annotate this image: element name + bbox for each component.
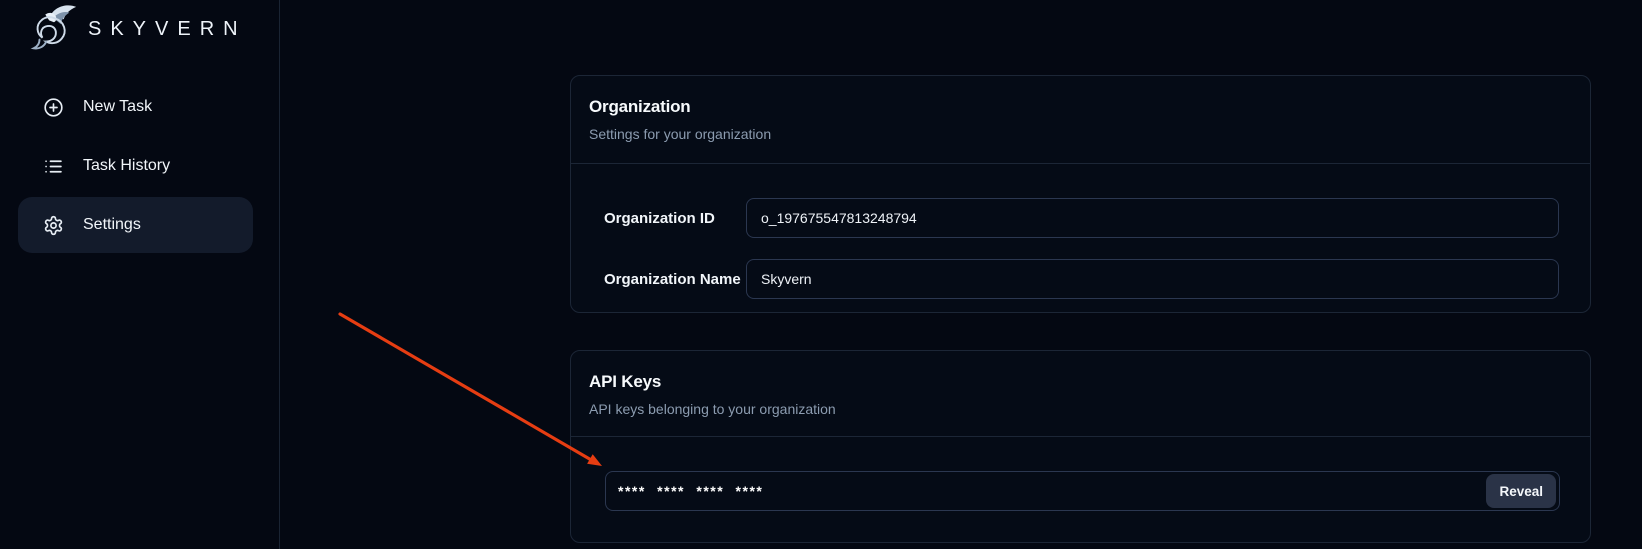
organization-name-input[interactable] (746, 259, 1559, 299)
api-keys-card-title: API Keys (589, 372, 1572, 392)
organization-card-body: Organization ID Organization Name (571, 164, 1590, 299)
organization-card-header: Organization Settings for your organizat… (571, 76, 1590, 164)
organization-id-label: Organization ID (604, 210, 746, 227)
skyvern-logo[interactable]: SKYVERN (26, 2, 247, 56)
sidebar-item-label: New Task (83, 98, 152, 116)
api-keys-card-body: **** **** **** **** Reveal (571, 437, 1590, 511)
organization-id-row: Organization ID (604, 198, 1559, 238)
sidebar-item-label: Task History (83, 157, 170, 175)
sidebar-nav: New Task Task History Settings (18, 79, 253, 256)
api-keys-card-subtitle: API keys belonging to your organization (589, 401, 1572, 417)
skyvern-dragon-icon (26, 2, 80, 56)
api-keys-card-header: API Keys API keys belonging to your orga… (571, 351, 1590, 437)
api-key-field[interactable]: **** **** **** **** Reveal (605, 471, 1560, 511)
settings-page: SKYVERN New Task Task History (0, 0, 1642, 549)
plus-circle-icon (43, 97, 64, 118)
organization-name-row: Organization Name (604, 259, 1559, 299)
organization-id-input[interactable] (746, 198, 1559, 238)
api-key-masked-value: **** **** **** **** (618, 483, 763, 499)
sidebar-item-task-history[interactable]: Task History (18, 138, 253, 194)
organization-card: Organization Settings for your organizat… (570, 75, 1591, 313)
sidebar-item-label: Settings (83, 216, 141, 234)
sidebar: SKYVERN New Task Task History (0, 0, 280, 549)
gear-icon (43, 215, 64, 236)
brand-name: SKYVERN (88, 18, 247, 41)
organization-name-label: Organization Name (604, 271, 746, 288)
list-icon (43, 156, 64, 177)
reveal-button[interactable]: Reveal (1486, 474, 1556, 508)
organization-card-title: Organization (589, 97, 1572, 117)
sidebar-item-settings[interactable]: Settings (18, 197, 253, 253)
organization-card-subtitle: Settings for your organization (589, 126, 1572, 142)
sidebar-item-new-task[interactable]: New Task (18, 79, 253, 135)
api-keys-card: API Keys API keys belonging to your orga… (570, 350, 1591, 543)
